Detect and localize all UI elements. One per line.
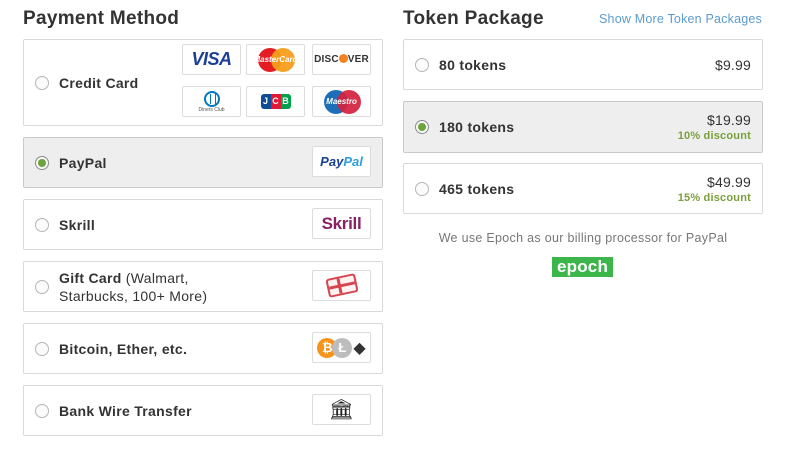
payment-method-title: Payment Method <box>23 8 180 29</box>
token-package-180[interactable]: 180 tokens $19.99 10% discount <box>403 101 763 153</box>
diners-club-logo-text: Diners Club <box>198 106 225 113</box>
payment-option-bank-wire[interactable]: Bank Wire Transfer 🏛 <box>23 385 383 436</box>
maestro-logo: Maestro <box>312 86 371 117</box>
payment-option-skrill[interactable]: Skrill Skrill <box>23 199 383 250</box>
bank-wire-label: Bank Wire Transfer <box>59 403 192 419</box>
epoch-logo: epoch <box>552 257 613 277</box>
visa-logo-text: VISA <box>191 49 232 69</box>
payment-option-credit-card[interactable]: Credit Card VISA MasterCard DISC VER Dine… <box>23 39 383 126</box>
token-80-label: 80 tokens <box>439 57 507 73</box>
jcb-logo-mark: JCB <box>260 94 291 109</box>
bank-wire-radio[interactable] <box>35 404 49 418</box>
billing-processor-note: We use Epoch as our billing processor fo… <box>438 231 728 245</box>
jcb-logo: JCB <box>246 86 305 117</box>
token-465-label: 465 tokens <box>439 181 515 197</box>
discover-logo-text: DISC VER <box>314 54 369 65</box>
diners-club-logo: Diners Club <box>182 86 241 117</box>
payment-option-gift-card[interactable]: Gift Card (Walmart, Starbucks, 100+ More… <box>23 261 383 312</box>
paypal-logo: PayPal <box>312 146 371 177</box>
token-180-discount: 10% discount <box>677 130 751 142</box>
ethereum-icon: ◆ <box>353 339 366 357</box>
token-package-title: Token Package <box>403 8 544 29</box>
litecoin-icon: Ł <box>332 337 353 358</box>
token-180-label: 180 tokens <box>439 119 515 135</box>
mastercard-logo-text: MasterCard <box>253 54 298 64</box>
token-80-radio[interactable] <box>415 58 429 72</box>
token-package-465[interactable]: 465 tokens $49.99 15% discount <box>403 163 763 214</box>
crypto-label: Bitcoin, Ether, etc. <box>59 341 188 357</box>
token-180-price: $19.99 <box>706 112 751 128</box>
bank-icon: 🏛 <box>312 394 371 425</box>
credit-card-radio[interactable] <box>35 76 49 90</box>
paypal-label: PayPal <box>59 155 107 171</box>
crypto-radio[interactable] <box>35 342 49 356</box>
gift-card-label: Gift Card (Walmart, Starbucks, 100+ More… <box>59 270 208 304</box>
payment-option-paypal[interactable]: PayPal PayPal <box>23 137 383 188</box>
discover-logo: DISC VER <box>312 44 371 75</box>
show-more-token-packages-link[interactable]: Show More Token Packages <box>599 12 762 26</box>
maestro-logo-text: Maestro <box>326 96 357 106</box>
token-80-price: $9.99 <box>714 57 751 73</box>
mastercard-logo: MasterCard <box>246 44 305 75</box>
token-465-radio[interactable] <box>415 182 429 196</box>
visa-logo: VISA <box>182 44 241 75</box>
crypto-coins-icon: ₿ Ł ◆ <box>312 332 371 363</box>
token-180-radio[interactable] <box>415 120 429 134</box>
credit-card-label: Credit Card <box>59 75 139 91</box>
skrill-logo: Skrill <box>312 208 371 239</box>
token-465-price: $49.99 <box>706 174 751 190</box>
skrill-radio[interactable] <box>35 218 49 232</box>
token-465-discount: 15% discount <box>677 192 751 204</box>
payment-option-crypto[interactable]: Bitcoin, Ether, etc. ₿ Ł ◆ <box>23 323 383 374</box>
paypal-radio[interactable] <box>35 156 49 170</box>
skrill-label: Skrill <box>59 217 96 233</box>
token-package-80[interactable]: 80 tokens $9.99 <box>403 39 763 90</box>
gift-card-radio[interactable] <box>35 280 49 294</box>
gift-card-icon <box>312 270 371 301</box>
